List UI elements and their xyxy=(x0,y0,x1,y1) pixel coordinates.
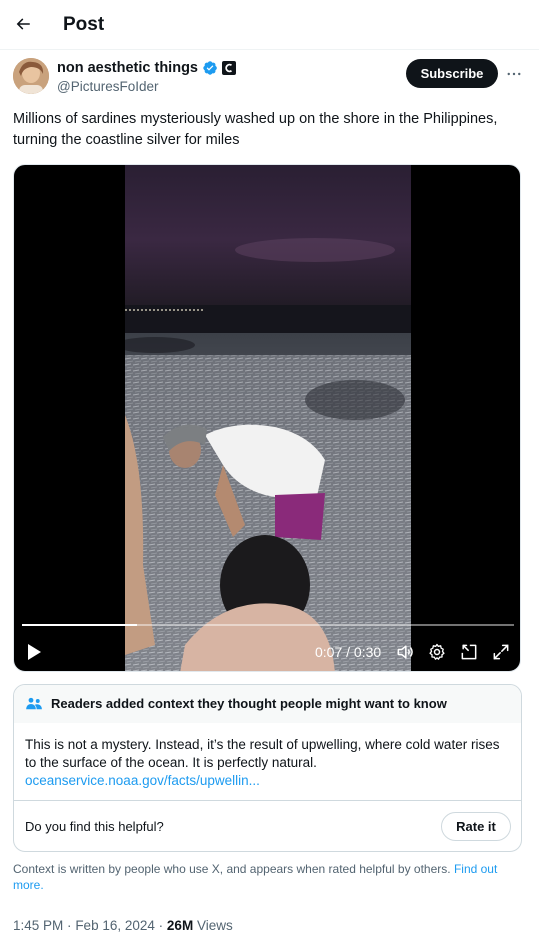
views-count: 26M xyxy=(166,918,194,933)
video-frame[interactable] xyxy=(125,165,411,671)
settings-button[interactable] xyxy=(426,641,448,663)
video-time: 0:07 / 0:30 xyxy=(315,644,382,660)
post-meta: 1:45 PM · Feb 16, 2024 · 26M Views xyxy=(13,917,233,935)
verified-badge-icon[interactable] xyxy=(202,60,218,76)
name-line: non aesthetic things xyxy=(57,58,236,78)
tweet-text: Millions of sardines mysteriously washed… xyxy=(13,111,498,148)
fullscreen-icon xyxy=(493,644,509,660)
affiliate-badge-icon[interactable] xyxy=(222,61,236,75)
play-icon xyxy=(28,644,41,660)
back-button[interactable] xyxy=(8,9,38,39)
video-progress-bar[interactable] xyxy=(22,624,514,626)
author-row: non aesthetic things @PicturesFoIder Sub… xyxy=(0,58,539,98)
play-button[interactable] xyxy=(22,639,46,665)
arrow-left-icon xyxy=(16,18,30,30)
video-still-image xyxy=(125,165,411,671)
fullscreen-button[interactable] xyxy=(490,641,512,663)
context-disclaimer: Context is written by people who use X, … xyxy=(13,861,518,893)
display-name[interactable]: non aesthetic things xyxy=(57,58,198,78)
video-player[interactable]: 0:07 / 0:30 xyxy=(13,164,521,672)
community-note-body: This is not a mystery. Instead, it’s the… xyxy=(25,737,500,770)
people-icon xyxy=(26,697,42,710)
helpful-question: Do you find this helpful? xyxy=(25,819,164,834)
pop-out-icon xyxy=(461,644,477,660)
page-title: Post xyxy=(63,14,105,35)
avatar-image xyxy=(13,58,49,94)
more-options-icon xyxy=(507,72,521,76)
views-label: Views xyxy=(196,918,233,933)
post-date[interactable]: Feb 16, 2024 xyxy=(75,918,155,933)
pop-out-button[interactable] xyxy=(458,641,480,663)
community-note-header-text: Readers added context they thought peopl… xyxy=(51,696,447,711)
post-time[interactable]: 1:45 PM xyxy=(13,918,63,933)
handle[interactable]: @PicturesFoIder xyxy=(57,78,159,96)
volume-button[interactable] xyxy=(394,641,416,663)
volume-icon xyxy=(397,645,413,659)
community-note: Readers added context they thought peopl… xyxy=(13,684,522,852)
divider xyxy=(14,800,521,801)
meta-separator: · xyxy=(158,918,164,933)
video-progress-fill xyxy=(22,624,137,626)
avatar[interactable] xyxy=(13,58,49,94)
subscribe-button[interactable]: Subscribe xyxy=(406,59,498,88)
disclaimer-text: Context is written by people who use X, … xyxy=(13,862,451,876)
top-bar: Post xyxy=(0,0,539,50)
rate-it-button[interactable]: Rate it xyxy=(441,812,511,841)
meta-separator: · xyxy=(67,918,72,933)
community-note-header: Readers added context they thought peopl… xyxy=(14,685,521,723)
more-options-button[interactable] xyxy=(502,62,526,86)
community-note-link[interactable]: oceanservice.noaa.gov/facts/upwellin... xyxy=(25,772,260,790)
settings-icon xyxy=(429,643,445,660)
